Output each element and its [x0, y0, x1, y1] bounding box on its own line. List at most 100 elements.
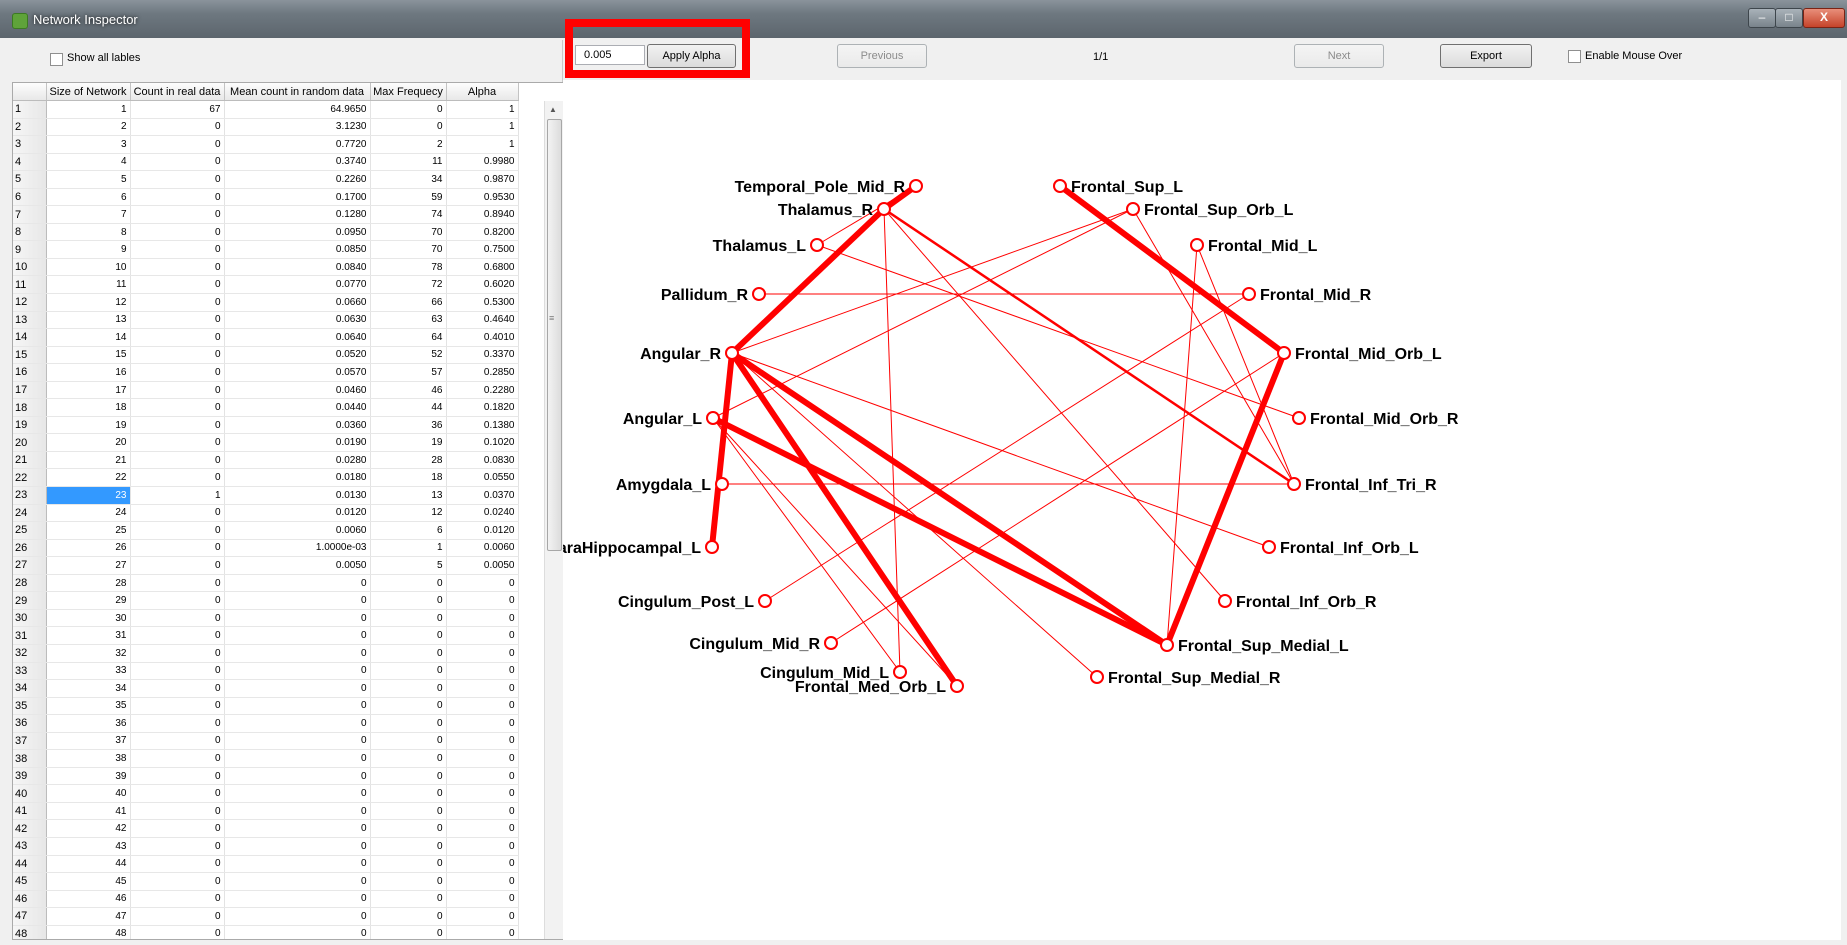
cell-real-count[interactable]: 0	[130, 872, 225, 891]
cell-size[interactable]: 44	[46, 855, 131, 874]
cell-random-mean[interactable]: 0	[224, 855, 371, 874]
table-row[interactable]: 29 29 0 0 0 0	[13, 591, 519, 610]
cell-random-mean[interactable]: 0	[224, 907, 371, 926]
table-row[interactable]: 30 30 0 0 0 0	[13, 609, 519, 628]
row-header[interactable]: 18	[13, 398, 47, 417]
cell-real-count[interactable]: 0	[130, 556, 225, 575]
cell-random-mean[interactable]: 0	[224, 662, 371, 681]
node-parahippocampal-l[interactable]: ParaHippocampal_L	[563, 540, 719, 557]
cell-size[interactable]: 27	[46, 556, 131, 575]
cell-random-mean[interactable]: 0.0850	[224, 240, 371, 259]
node-marker[interactable]	[1242, 287, 1256, 301]
cell-random-mean[interactable]: 0.0360	[224, 416, 371, 435]
node-temporal-pole-mid-r[interactable]: Temporal_Pole_Mid_R	[735, 179, 923, 196]
table-row[interactable]: 33 33 0 0 0 0	[13, 662, 519, 681]
cell-alpha[interactable]: 0.9870	[446, 170, 519, 189]
cell-max-frequency[interactable]: 0	[370, 802, 447, 821]
cell-alpha[interactable]: 0	[446, 626, 519, 645]
cell-random-mean[interactable]: 0.1700	[224, 188, 371, 207]
row-header[interactable]: 40	[13, 784, 47, 803]
node-angular-r[interactable]: Angular_R	[640, 346, 739, 363]
table-row[interactable]: 9 9 0 0.0850 70 0.7500	[13, 240, 519, 259]
cell-real-count[interactable]: 0	[130, 784, 225, 803]
row-header[interactable]: 25	[13, 521, 47, 540]
row-header[interactable]: 42	[13, 819, 47, 838]
cell-alpha[interactable]: 0	[446, 837, 519, 856]
table-row[interactable]: 15 15 0 0.0520 52 0.3370	[13, 346, 519, 365]
table-row[interactable]: 13 13 0 0.0630 63 0.4640	[13, 311, 519, 330]
col-header-random-mean[interactable]: Mean count in random data	[224, 83, 371, 101]
cell-size[interactable]: 19	[46, 416, 131, 435]
cell-alpha[interactable]: 0	[446, 819, 519, 838]
cell-size[interactable]: 47	[46, 907, 131, 926]
cell-size[interactable]: 6	[46, 188, 131, 207]
cell-random-mean[interactable]: 0.0050	[224, 556, 371, 575]
cell-real-count[interactable]: 0	[130, 626, 225, 645]
node-marker[interactable]	[1262, 540, 1276, 554]
table-row[interactable]: 31 31 0 0 0 0	[13, 626, 519, 645]
cell-alpha[interactable]: 0.5300	[446, 293, 519, 312]
cell-size[interactable]: 23	[46, 486, 131, 505]
scroll-up-arrow-icon[interactable]: ▲	[549, 105, 557, 114]
node-marker[interactable]	[1090, 670, 1104, 684]
cell-real-count[interactable]: 0	[130, 311, 225, 330]
node-frontal-mid-r[interactable]: Frontal_Mid_R	[1242, 287, 1372, 304]
cell-size[interactable]: 2	[46, 118, 131, 137]
cell-size[interactable]: 35	[46, 697, 131, 716]
cell-alpha[interactable]: 0.6020	[446, 275, 519, 295]
table-row[interactable]: 45 45 0 0 0 0	[13, 872, 519, 891]
cell-size[interactable]: 48	[46, 925, 131, 939]
scrollbar-thumb[interactable]	[547, 119, 562, 551]
cell-random-mean[interactable]: 0.0190	[224, 433, 371, 452]
table-row[interactable]: 46 46 0 0 0 0	[13, 890, 519, 909]
table-row[interactable]: 36 36 0 0 0 0	[13, 714, 519, 733]
table-row[interactable]: 6 6 0 0.1700 59 0.9530	[13, 188, 519, 207]
cell-random-mean[interactable]: 0	[224, 644, 371, 663]
cell-alpha[interactable]: 0.1820	[446, 398, 519, 417]
cell-max-frequency[interactable]: 57	[370, 363, 447, 382]
cell-random-mean[interactable]: 0	[224, 574, 371, 593]
cell-random-mean[interactable]: 0.0130	[224, 486, 371, 505]
row-header[interactable]: 9	[13, 240, 47, 259]
table-row[interactable]: 47 47 0 0 0 0	[13, 907, 519, 926]
node-pallidum-r[interactable]: Pallidum_R	[661, 287, 766, 304]
node-marker[interactable]	[1287, 477, 1301, 491]
row-header[interactable]: 11	[13, 275, 47, 295]
row-header[interactable]: 47	[13, 907, 47, 926]
cell-real-count[interactable]: 67	[130, 100, 225, 119]
cell-max-frequency[interactable]: 72	[370, 275, 447, 295]
enable-mouse-over-checkbox[interactable]	[1568, 50, 1581, 63]
node-marker[interactable]	[1160, 638, 1174, 652]
cell-max-frequency[interactable]: 0	[370, 662, 447, 681]
row-header[interactable]: 17	[13, 381, 47, 400]
node-marker[interactable]	[1277, 346, 1291, 360]
table-row[interactable]: 3 3 0 0.7720 2 1	[13, 135, 519, 154]
cell-random-mean[interactable]: 0	[224, 626, 371, 645]
cell-size[interactable]: 29	[46, 591, 131, 610]
cell-max-frequency[interactable]: 6	[370, 521, 447, 540]
cell-alpha[interactable]: 0.0060	[446, 539, 519, 558]
cell-max-frequency[interactable]: 78	[370, 258, 447, 277]
cell-random-mean[interactable]: 0.0570	[224, 363, 371, 382]
cell-random-mean[interactable]: 0	[224, 749, 371, 768]
table-row[interactable]: 37 37 0 0 0 0	[13, 732, 519, 751]
row-header[interactable]: 20	[13, 433, 47, 452]
cell-real-count[interactable]: 1	[130, 486, 225, 505]
cell-alpha[interactable]: 0.2280	[446, 381, 519, 400]
cell-size[interactable]: 18	[46, 398, 131, 417]
cell-random-mean[interactable]: 0	[224, 609, 371, 628]
cell-size[interactable]: 34	[46, 679, 131, 698]
row-header[interactable]: 28	[13, 574, 47, 593]
cell-random-mean[interactable]: 0	[224, 697, 371, 716]
table-row[interactable]: 25 25 0 0.0060 6 0.0120	[13, 521, 519, 540]
cell-real-count[interactable]: 0	[130, 662, 225, 681]
cell-alpha[interactable]: 0.0550	[446, 468, 519, 488]
table-row[interactable]: 38 38 0 0 0 0	[13, 749, 519, 768]
cell-max-frequency[interactable]: 0	[370, 118, 447, 137]
cell-alpha[interactable]: 0.0830	[446, 451, 519, 470]
cell-max-frequency[interactable]: 70	[370, 223, 447, 242]
cell-alpha[interactable]: 0.1020	[446, 433, 519, 452]
cell-alpha[interactable]: 0.0120	[446, 521, 519, 540]
row-header[interactable]: 21	[13, 451, 47, 470]
cell-max-frequency[interactable]: 18	[370, 468, 447, 488]
